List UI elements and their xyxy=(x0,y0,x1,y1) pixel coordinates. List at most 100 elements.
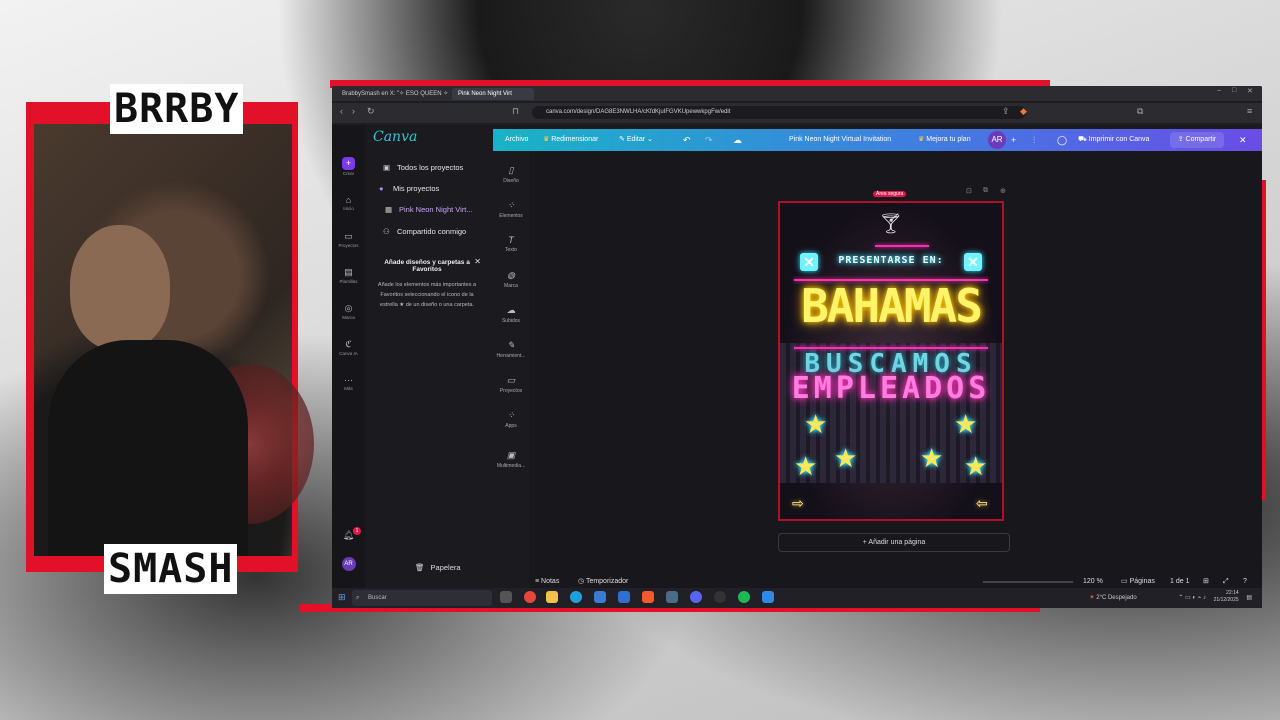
file-menu[interactable]: Archivo xyxy=(505,129,528,151)
edit-menu[interactable]: ✎ Editar ⌄ xyxy=(619,129,653,151)
mail-icon[interactable] xyxy=(618,591,630,603)
reload-icon[interactable]: ↻ xyxy=(367,106,375,117)
tool-elements[interactable]: ⁘ Elementos xyxy=(493,200,529,219)
spotify-icon[interactable] xyxy=(738,591,750,603)
neon-arrow-right-icon: ⇨ xyxy=(792,495,804,511)
brand-logo-bottom: SMASH xyxy=(104,544,238,594)
rail-brand-button[interactable]: ◎ Marca xyxy=(332,303,365,320)
share-button[interactable]: ⇪ Compartir xyxy=(1170,132,1224,148)
close-window-icon[interactable]: ✕ xyxy=(1247,87,1253,95)
explorer-icon[interactable] xyxy=(546,591,558,603)
rail-ai-button[interactable]: ℭ Canva IA xyxy=(332,339,365,356)
add-page-icon[interactable]: ⊕ xyxy=(1000,187,1006,195)
design-title[interactable]: Pink Neon Night Virtual Invitation xyxy=(789,129,891,151)
nav-shared-with-me[interactable]: ⚇ Compartido conmigo xyxy=(383,227,466,236)
notification-center-icon[interactable]: ▤ xyxy=(1246,595,1252,601)
nav-my-projects[interactable]: ● Mis proyectos xyxy=(379,184,439,193)
notifications-button[interactable]: 🔔︎ 1 xyxy=(332,527,365,541)
tab-twitter[interactable]: BrabbySmash en X: "✧ ESO QUEEN ✧ xyxy=(336,88,458,100)
upgrade-button[interactable]: ♛ Mejora tu plan xyxy=(918,129,971,151)
tool-media[interactable]: ▣ Multimedia... xyxy=(493,450,529,469)
left-rail: + Crear ⌂ Inicio ▭ Proyectos ▤ Plantillas ◎ M… xyxy=(332,125,365,593)
add-collaborator-icon[interactable]: + xyxy=(1011,129,1016,151)
redo-icon[interactable]: ↷ xyxy=(705,129,713,151)
menu-icon[interactable]: ≡ xyxy=(1247,106,1252,116)
app-icon[interactable] xyxy=(666,591,678,603)
maximize-icon[interactable]: □ xyxy=(1232,87,1236,94)
clock[interactable]: 22:14 21/12/2025 xyxy=(1214,590,1239,604)
tool-apps[interactable]: ⁘ Apps xyxy=(493,410,529,429)
rail-more-button[interactable]: ··· Más xyxy=(332,375,365,391)
nav-all-projects[interactable]: ▣ Todos los proyectos xyxy=(383,163,463,172)
chrome-icon[interactable] xyxy=(524,591,536,603)
upload-icon: ☁ xyxy=(506,305,516,315)
url-field[interactable]: canva.com/design/DAG8E3NWLHA/cKfdKjuIFGV… xyxy=(532,106,1026,119)
back-icon[interactable]: ‹ xyxy=(340,106,343,116)
tool-brand[interactable]: ◍ Marca xyxy=(493,270,529,289)
pen-icon: ✎ xyxy=(507,340,515,350)
resize-button[interactable]: ♛ Redimensionar xyxy=(543,129,598,151)
comment-icon[interactable]: ◯ xyxy=(1057,129,1067,151)
store-icon[interactable] xyxy=(594,591,606,603)
tool-uploads[interactable]: ☁ Subidos xyxy=(493,305,529,324)
more-icon: ··· xyxy=(344,375,353,385)
add-page-button[interactable]: + Añadir una página xyxy=(778,533,1010,552)
canvas-workspace: ⊡ ⧉ ⊕ Área segura 🍸︎ ✕ ✕ PRESENTARSE EN:… xyxy=(529,151,1262,593)
nav-trash[interactable]: 🗑︎ Papelera xyxy=(415,563,461,572)
design-page[interactable]: 🍸︎ ✕ ✕ PRESENTARSE EN: BAHAMAS BUSCAMOS … xyxy=(778,201,1004,521)
tray-icons[interactable]: ⌃ ▭ ◐ ⌁ ♪ xyxy=(1178,595,1206,601)
avatar-small-icon: ● xyxy=(379,184,384,193)
shared-icon: ⚇ xyxy=(383,227,390,236)
share-page-icon[interactable]: ⇪ xyxy=(1002,106,1010,117)
nav-current-design[interactable]: ▦ Pink Neon Night Virt... xyxy=(385,205,473,214)
rail-templates-button[interactable]: ▤ Plantillas xyxy=(332,267,365,284)
obs-icon[interactable] xyxy=(714,591,726,603)
brand-icon: ◍ xyxy=(507,270,515,280)
close-icon[interactable]: ✕ xyxy=(474,257,481,266)
crown-icon: ♛ xyxy=(918,136,927,143)
tool-text[interactable]: T Texto xyxy=(493,235,529,253)
collaborator-avatar[interactable]: AR xyxy=(988,131,1006,149)
tool-design[interactable]: ▯ Diseño xyxy=(493,165,529,184)
tool-tools[interactable]: ✎ Herramient... xyxy=(493,340,529,359)
duplicate-icon[interactable]: ⧉ xyxy=(983,187,988,195)
favorites-tip-body: Añade los elementos más importantes a Fa… xyxy=(377,282,477,308)
cloud-save-icon[interactable]: ☁ xyxy=(733,129,742,151)
discord-icon[interactable] xyxy=(690,591,702,603)
projects-panel: Canva ▣ Todos los proyectos ● Mis proyecto… xyxy=(365,125,493,593)
brave-shield-icon[interactable]: ◆ xyxy=(1020,106,1027,117)
app-icon[interactable] xyxy=(762,591,774,603)
minimize-icon[interactable]: – xyxy=(1217,87,1221,94)
print-button[interactable]: ⛟ Imprimir con Canva xyxy=(1078,129,1149,151)
ai-icon: ℭ xyxy=(345,339,352,349)
task-view-icon[interactable] xyxy=(500,591,512,603)
lock-icon[interactable]: ⊡ xyxy=(966,187,972,195)
extensions-icon[interactable]: ⧉ xyxy=(1137,106,1143,117)
search-icon: ⌕ xyxy=(356,595,360,601)
close-editor-icon[interactable]: ✕ xyxy=(1239,129,1247,151)
canva-logo[interactable]: Canva xyxy=(373,129,417,145)
tool-projects[interactable]: ▭ Proyectos xyxy=(493,375,529,394)
chevron-down-icon: ⌄ xyxy=(645,136,653,143)
trash-icon: 🗑︎ xyxy=(415,563,425,572)
browser-window: BrabbySmash en X: "✧ ESO QUEEN ✧ Pink Ne… xyxy=(332,86,1262,608)
analytics-icon[interactable]: ⫶ xyxy=(1033,129,1035,151)
user-avatar-button[interactable]: AR xyxy=(332,557,365,571)
rail-home-button[interactable]: ⌂ Inicio xyxy=(332,195,365,211)
cocktail-glasses-icon: 🍸︎ xyxy=(878,213,904,235)
system-tray: ☀ 2°C Despejado ⌃ ▭ ◐ ⌁ ♪ 22:14 21/12/202… xyxy=(1089,588,1252,608)
undo-icon[interactable]: ↶ xyxy=(683,129,691,151)
rail-projects-button[interactable]: ▭ Proyectos xyxy=(332,231,365,248)
edge-icon[interactable] xyxy=(570,591,582,603)
brave-icon[interactable] xyxy=(642,591,654,603)
zoom-slider[interactable] xyxy=(983,581,1073,583)
windows-start-icon[interactable]: ⊞ xyxy=(338,592,346,603)
rail-create-button[interactable]: + Crear xyxy=(332,157,365,176)
bookmark-icon[interactable]: ⊓ xyxy=(512,106,519,117)
apps-icon: ⁘ xyxy=(507,410,515,420)
taskbar-search[interactable]: ⌕ Buscar xyxy=(352,590,492,606)
streamer-head xyxy=(70,225,170,350)
windows-taskbar: ⊞ ⌕ Buscar ☀ 2°C Despejado ⌃ ▭ ◐ ⌁ ♪ 22:1… xyxy=(332,588,1262,608)
tab-canva[interactable]: Pink Neon Night Virt xyxy=(452,88,534,100)
forward-icon[interactable]: › xyxy=(352,106,355,116)
